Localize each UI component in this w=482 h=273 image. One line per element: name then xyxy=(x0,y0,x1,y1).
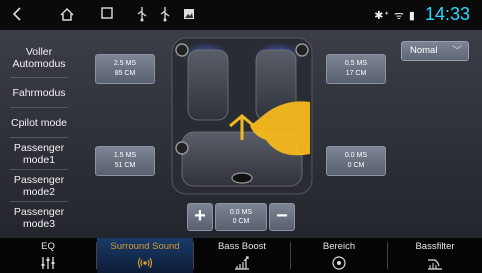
tab-label: Bassfilter xyxy=(415,241,455,252)
tab-eq[interactable]: EQ xyxy=(0,238,96,273)
area-icon xyxy=(332,256,346,270)
sidebar-item-passenger-2[interactable]: Passenger mode2 xyxy=(0,170,78,202)
delay-ms: 0.0 MS xyxy=(344,152,368,159)
delay-ms: 1.5 MS xyxy=(113,152,137,159)
sidebar-item-label: Passenger mode2 xyxy=(13,174,65,198)
chevron-down-icon: ﹀ xyxy=(452,46,462,57)
delay-cm: 17 CM xyxy=(345,70,367,77)
back-icon[interactable] xyxy=(8,6,26,24)
delay-rear-right[interactable]: 0.0 MS 0 CM xyxy=(326,146,386,176)
clock: 14:33 xyxy=(424,4,470,24)
status-bar: ✱ᐩ ᯤ ▮ 14:33 xyxy=(0,0,482,30)
sidebar-item-driving[interactable]: Fahrmodus xyxy=(0,78,78,108)
delay-front-right[interactable]: 0.5 MS 17 CM xyxy=(326,54,386,84)
tab-surround-sound[interactable]: Surround Sound xyxy=(97,238,193,273)
delay-cm: 0 CM xyxy=(232,218,250,225)
delay-rear-left[interactable]: 1.5 MS 51 CM xyxy=(95,146,155,176)
surround-icon xyxy=(137,257,153,269)
increase-button[interactable]: + xyxy=(187,203,213,231)
tab-bass-boost[interactable]: Bass Boost xyxy=(194,238,290,273)
delay-cm: 51 CM xyxy=(114,162,136,169)
sidebar-item-label: Fahrmodus xyxy=(12,87,66,99)
tab-label: Bass Boost xyxy=(217,241,267,252)
sound-mode-value: Nomal xyxy=(410,45,438,56)
sidebar-item-label: Cpilot mode xyxy=(10,117,68,129)
usb-icon xyxy=(156,6,174,24)
center-delay-stepper: + 0.0 MS 0 CM − xyxy=(187,202,295,232)
system-status-icons: ✱ᐩ ᯤ ▮ xyxy=(374,10,416,22)
delay-cm: 85 CM xyxy=(114,70,136,77)
delay-ms: 0.5 MS xyxy=(344,60,368,67)
delay-cm: 0 CM xyxy=(347,162,365,169)
tab-bassfilter[interactable]: Bassfilter xyxy=(388,238,482,273)
tab-label: EQ xyxy=(41,241,55,252)
usb-icon xyxy=(133,6,151,24)
center-delay-value: 0.0 MS 0 CM xyxy=(215,203,267,231)
surround-panel: Voller Automodus Fahrmodus Cpilot mode P… xyxy=(0,30,482,238)
delay-ms: 0.0 MS xyxy=(229,209,253,216)
tab-bereich[interactable]: Bereich xyxy=(291,238,387,273)
delay-ms: 2.5 MS xyxy=(113,60,137,67)
tab-label: Bereich xyxy=(322,241,356,252)
home-icon[interactable] xyxy=(58,6,76,24)
sidebar-item-copilot[interactable]: Cpilot mode xyxy=(0,108,78,138)
sidebar-item-label: Passenger mode3 xyxy=(13,206,65,230)
sidebar-item-label: Passenger mode1 xyxy=(13,142,65,166)
mode-sidebar: Voller Automodus Fahrmodus Cpilot mode P… xyxy=(0,30,78,238)
audio-tabs: EQ Surround Sound Bass Boost Bereich Bas… xyxy=(0,238,482,273)
car-seat-diagram[interactable] xyxy=(170,36,314,196)
recent-apps-icon[interactable] xyxy=(98,6,116,24)
delay-front-left[interactable]: 2.5 MS 85 CM xyxy=(95,54,155,84)
decrease-button[interactable]: − xyxy=(269,203,295,231)
image-icon xyxy=(180,6,198,24)
sidebar-item-full-auto[interactable]: Voller Automodus xyxy=(0,38,78,78)
equalizer-icon xyxy=(41,257,55,269)
sidebar-item-label: Voller Automodus xyxy=(12,46,66,70)
tab-label: Surround Sound xyxy=(110,241,180,252)
bass-boost-icon xyxy=(235,256,249,270)
sidebar-item-passenger-3[interactable]: Passenger mode3 xyxy=(0,202,78,234)
sidebar-item-passenger-1[interactable]: Passenger mode1 xyxy=(0,138,78,170)
bass-filter-icon xyxy=(428,259,442,270)
sound-mode-select[interactable]: Nomal ﹀ xyxy=(401,41,469,61)
